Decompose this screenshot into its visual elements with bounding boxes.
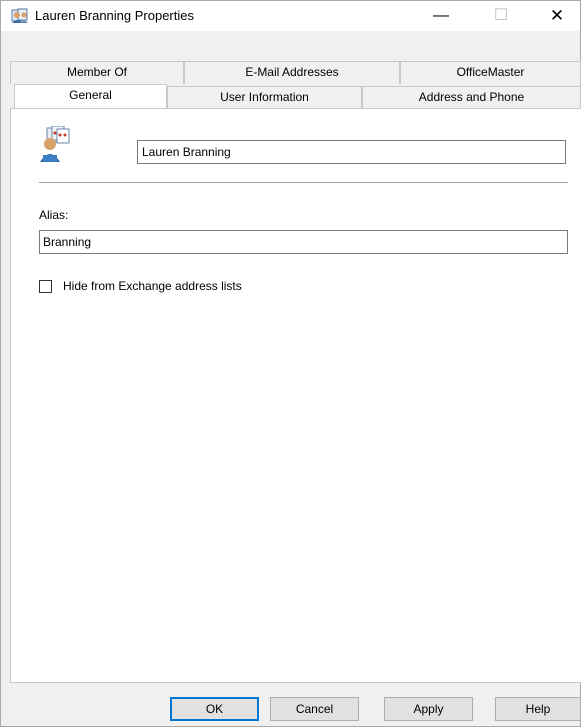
user-properties-icon xyxy=(11,8,28,23)
ok-button[interactable]: OK xyxy=(170,697,259,721)
tab-officemaster[interactable]: OfficeMaster xyxy=(400,61,581,84)
cancel-button[interactable]: Cancel xyxy=(270,697,359,721)
properties-dialog: Lauren Branning Properties — ☐ ✕ Member … xyxy=(0,0,581,727)
tab-label: Address and Phone xyxy=(418,90,525,104)
apply-button[interactable]: Apply xyxy=(384,697,473,721)
minimize-button[interactable]: — xyxy=(418,1,464,31)
general-tab-panel: Lauren Branning Alias: Branning Hide fro… xyxy=(10,108,581,683)
window-title: Lauren Branning Properties xyxy=(35,8,194,23)
separator-line xyxy=(39,182,568,184)
hide-from-address-lists-checkbox[interactable] xyxy=(39,280,52,293)
hide-from-address-lists-label: Hide from Exchange address lists xyxy=(63,279,242,293)
close-button[interactable]: ✕ xyxy=(534,1,580,31)
maximize-button[interactable]: ☐ xyxy=(478,1,524,31)
user-group-icon xyxy=(40,126,70,162)
tab-label: OfficeMaster xyxy=(456,65,525,79)
tab-label: General xyxy=(69,88,112,102)
tab-member-of[interactable]: Member Of xyxy=(10,61,184,84)
tab-label: Member Of xyxy=(66,65,127,79)
alias-field[interactable]: Branning xyxy=(39,230,568,254)
display-name-field[interactable]: Lauren Branning xyxy=(137,140,566,164)
tab-email-addresses[interactable]: E-Mail Addresses xyxy=(184,61,400,84)
tab-label: E-Mail Addresses xyxy=(245,65,339,79)
tab-address-and-phone[interactable]: Address and Phone xyxy=(362,86,581,108)
alias-label: Alias: xyxy=(39,208,69,222)
title-bar[interactable]: Lauren Branning Properties — ☐ ✕ xyxy=(1,1,580,31)
help-button[interactable]: Help xyxy=(495,697,581,721)
tab-general[interactable]: General xyxy=(14,84,167,108)
tab-user-information[interactable]: User Information xyxy=(167,86,362,108)
tab-label: User Information xyxy=(220,90,309,104)
